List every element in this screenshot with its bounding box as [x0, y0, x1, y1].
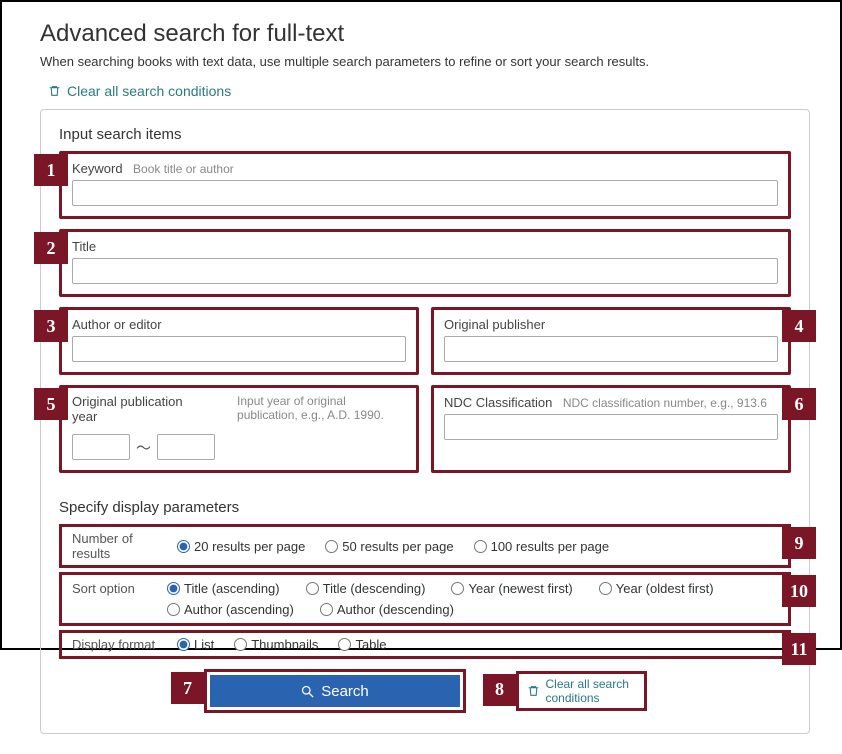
trash-icon — [527, 684, 540, 698]
badge-2: 2 — [34, 232, 68, 264]
clear-bottom-box: 8 Clear all search conditions — [516, 671, 647, 712]
sort-opt-3[interactable]: Year (oldest first) — [599, 581, 714, 596]
clear-all-label: Clear all search conditions — [67, 83, 231, 99]
pubyear-to-input[interactable] — [157, 434, 215, 460]
title-field: 2 Title — [59, 229, 791, 297]
num-results-row: 9 Number of results 20 results per page … — [59, 524, 791, 568]
badge-5: 5 — [34, 388, 68, 420]
clear-bottom-label: Clear all search conditions — [546, 677, 636, 706]
page-title: Advanced search for full-text — [40, 20, 810, 48]
search-button-box: 7 Search — [204, 669, 466, 713]
publisher-input[interactable] — [444, 336, 778, 362]
badge-3: 3 — [34, 310, 68, 342]
trash-icon — [48, 84, 61, 98]
num-results-label: Number of results — [72, 531, 167, 561]
author-input[interactable] — [72, 336, 406, 362]
sort-row: 10 Sort option Title (ascending) Title (… — [59, 572, 791, 626]
title-label: Title — [72, 239, 96, 254]
badge-10: 10 — [782, 575, 816, 607]
ndc-label: NDC Classification — [444, 395, 552, 410]
num-results-opt-1[interactable]: 50 results per page — [325, 539, 453, 554]
pubyear-from-input[interactable] — [72, 434, 130, 460]
search-button[interactable]: Search — [210, 675, 460, 707]
badge-1: 1 — [34, 154, 68, 186]
input-section-title: Input search items — [59, 126, 791, 143]
pubyear-hint: Input year of original publication, e.g.… — [237, 394, 406, 422]
sort-opt-5[interactable]: Author (descending) — [320, 602, 454, 617]
page-subtitle: When searching books with text data, use… — [40, 54, 810, 69]
tilde-icon: ～ — [136, 437, 151, 458]
publisher-label: Original publisher — [444, 317, 545, 332]
badge-7: 7 — [171, 672, 205, 704]
keyword-input[interactable] — [72, 180, 778, 206]
badge-6: 6 — [782, 388, 816, 420]
sort-opt-4[interactable]: Author (ascending) — [167, 602, 294, 617]
badge-9: 9 — [782, 527, 816, 559]
clear-all-link-top[interactable]: Clear all search conditions — [48, 83, 231, 99]
sort-label: Sort option — [72, 581, 167, 598]
pubyear-label: Original publication year — [72, 394, 202, 424]
ndc-input[interactable] — [444, 414, 778, 440]
badge-8: 8 — [483, 674, 517, 706]
sort-opt-2[interactable]: Year (newest first) — [451, 581, 572, 596]
clear-all-link-bottom[interactable]: Clear all search conditions — [527, 677, 636, 706]
num-results-opt-0[interactable]: 20 results per page — [177, 539, 305, 554]
sort-opt-1[interactable]: Title (descending) — [306, 581, 426, 596]
keyword-label: Keyword — [72, 161, 123, 176]
title-input[interactable] — [72, 258, 778, 284]
badge-11: 11 — [782, 633, 816, 665]
author-label: Author or editor — [72, 317, 162, 332]
author-field: 3 Author or editor — [59, 307, 419, 375]
ndc-hint: NDC classification number, e.g., 913.6 — [563, 396, 767, 410]
badge-4: 4 — [782, 310, 816, 342]
search-button-label: Search — [321, 683, 369, 700]
keyword-field: 1 Keyword Book title or author — [59, 151, 791, 219]
pubyear-field: 5 Original publication year ～ Input year… — [59, 385, 419, 473]
search-panel: Input search items 1 Keyword Book title … — [40, 109, 810, 734]
search-icon — [300, 684, 315, 699]
num-results-opt-2[interactable]: 100 results per page — [474, 539, 610, 554]
display-section-title: Specify display parameters — [59, 499, 791, 516]
publisher-field: 4 Original publisher — [431, 307, 791, 375]
keyword-hint: Book title or author — [133, 162, 234, 176]
ndc-field: 6 NDC Classification NDC classification … — [431, 385, 791, 473]
display-format-row: 11 Display format List Thumbnails Table — [59, 630, 791, 659]
sort-opt-0[interactable]: Title (ascending) — [167, 581, 280, 596]
